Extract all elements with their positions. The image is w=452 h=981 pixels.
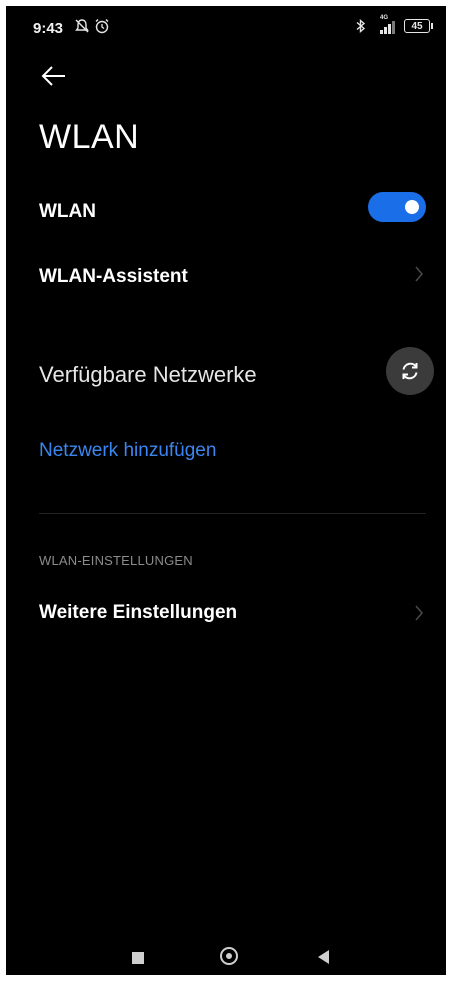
- page-title: WLAN: [39, 118, 140, 156]
- home-button[interactable]: [220, 947, 238, 965]
- bluetooth-icon: [355, 18, 367, 39]
- chevron-right-icon: [414, 602, 424, 628]
- phone-screen: 9:43 4G 45 WLAN WLAN WLAN-Assistent Verf…: [6, 6, 446, 975]
- alarm-icon: [94, 18, 110, 39]
- toggle-knob: [405, 200, 419, 214]
- chevron-right-icon: [414, 263, 424, 289]
- cell-signal-icon: [380, 20, 398, 34]
- wlan-toggle-label: WLAN: [39, 201, 96, 222]
- recents-button[interactable]: [132, 952, 144, 964]
- battery-nub: [431, 23, 433, 29]
- divider: [39, 513, 426, 514]
- nav-back-button[interactable]: [318, 950, 329, 964]
- available-networks-heading: Verfügbare Netzwerke: [39, 362, 257, 387]
- wlan-toggle[interactable]: [368, 192, 426, 222]
- navigation-bar: [6, 931, 446, 975]
- wlan-assistant-item[interactable]: WLAN-Assistent: [39, 266, 188, 288]
- battery-icon: 45: [404, 19, 430, 33]
- home-icon: [226, 953, 232, 959]
- refresh-button[interactable]: [386, 347, 434, 395]
- back-arrow-icon[interactable]: [40, 64, 70, 92]
- refresh-icon: [402, 362, 418, 380]
- status-time: 9:43: [33, 20, 64, 37]
- add-network-link[interactable]: Netzwerk hinzufügen: [39, 440, 216, 462]
- section-header-wlan-settings: WLAN-EINSTELLUNGEN: [39, 553, 193, 568]
- more-settings-item[interactable]: Weitere Einstellungen: [39, 602, 237, 624]
- network-type-label: 4G: [380, 15, 389, 21]
- notifications-off-icon: [74, 18, 90, 39]
- status-bar: 9:43 4G 45: [6, 6, 446, 54]
